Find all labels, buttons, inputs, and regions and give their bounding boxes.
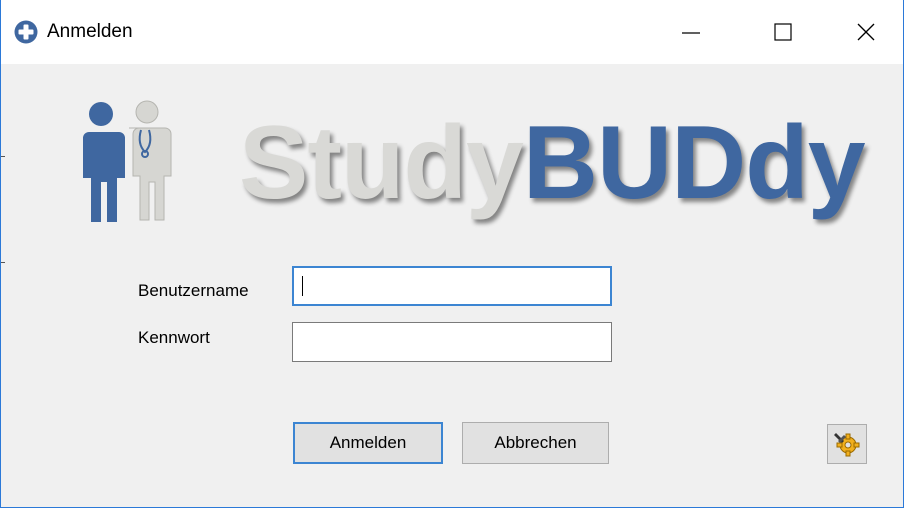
settings-button[interactable]	[827, 424, 867, 464]
maximize-icon	[774, 23, 792, 41]
studybuddy-logo: StudyBUDdy	[77, 98, 877, 228]
close-icon	[857, 23, 875, 41]
patient-doctor-icon	[83, 100, 172, 222]
maximize-button[interactable]	[737, 0, 829, 64]
logo-text-buddy: BUDdy	[522, 105, 866, 221]
password-input[interactable]	[293, 323, 611, 361]
gear-settings-icon	[834, 433, 860, 457]
username-input[interactable]	[294, 268, 610, 304]
username-field[interactable]	[292, 266, 612, 306]
login-button[interactable]: Anmelden	[293, 422, 443, 464]
login-dialog: Anmelden StudyBUDdy Benutzername Kennwor…	[0, 0, 904, 508]
logo-text: StudyBUDdy	[239, 98, 866, 228]
close-button[interactable]	[829, 0, 903, 64]
password-field[interactable]	[292, 322, 612, 362]
edge-artifact	[1, 156, 5, 157]
password-label: Kennwort	[138, 328, 210, 347]
plus-circle-icon	[14, 20, 38, 44]
minimize-button[interactable]	[645, 0, 737, 64]
logo-text-study: Study	[239, 105, 524, 221]
text-caret	[302, 276, 303, 296]
window-title: Anmelden	[47, 21, 133, 42]
minimize-icon	[682, 32, 700, 34]
edge-artifact	[1, 262, 5, 263]
cancel-button[interactable]: Abbrechen	[462, 422, 609, 464]
title-bar[interactable]: Anmelden	[1, 0, 903, 64]
username-label: Benutzername	[138, 281, 249, 300]
